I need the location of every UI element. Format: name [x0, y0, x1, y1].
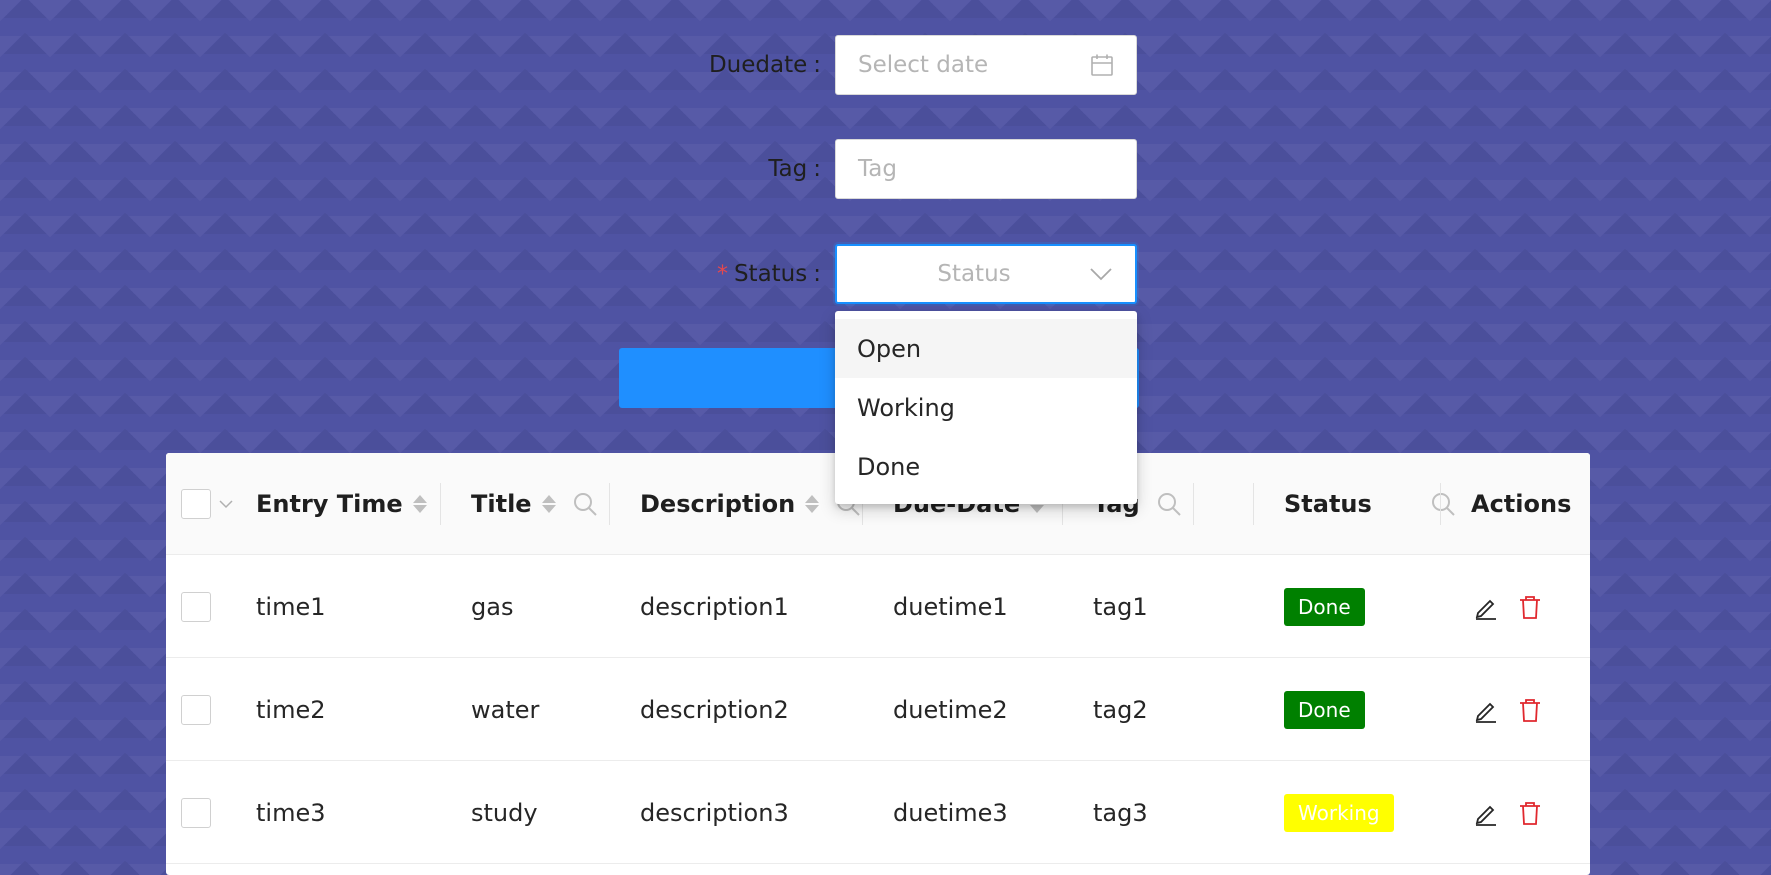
delete-icon[interactable]: [1517, 697, 1543, 723]
cell-due-date: duetime3: [893, 798, 1008, 827]
cell-title: gas: [471, 592, 514, 621]
status-badge: Done: [1284, 587, 1365, 626]
table-row: time1 gas description1 duetime1 tag1 Don…: [166, 555, 1590, 658]
sort-icon[interactable]: [805, 495, 820, 513]
tag-row: Tag: Tag: [0, 139, 1771, 199]
status-dropdown-menu: Open Working Done: [835, 311, 1137, 504]
cell-due-date: duetime2: [893, 695, 1008, 724]
duedate-row: Duedate: Select date: [0, 35, 1771, 95]
todo-table: Entry Time Title Description Due-Date Ta…: [166, 453, 1590, 875]
row-checkbox[interactable]: [181, 797, 211, 828]
cell-description: description3: [640, 798, 789, 827]
row-checkbox[interactable]: [181, 591, 211, 622]
sort-icon[interactable]: [541, 495, 556, 513]
column-title[interactable]: Title: [471, 453, 598, 555]
duedate-picker[interactable]: Select date: [835, 35, 1137, 95]
row-actions: [1473, 761, 1561, 864]
duedate-placeholder: Select date: [858, 52, 989, 78]
status-option-working[interactable]: Working: [835, 378, 1137, 437]
status-badge: Done: [1284, 690, 1365, 729]
row-checkbox[interactable]: [181, 694, 211, 725]
cell-entry-time: time1: [256, 592, 326, 621]
column-description[interactable]: Description: [640, 453, 861, 555]
column-actions: Actions: [1471, 490, 1572, 518]
required-marker: *: [716, 261, 728, 287]
status-placeholder: Status: [937, 261, 1011, 287]
edit-icon[interactable]: [1473, 594, 1499, 620]
status-option-done[interactable]: Done: [835, 437, 1137, 496]
edit-icon[interactable]: [1473, 697, 1499, 723]
cell-due-date: duetime1: [893, 592, 1008, 621]
column-entry-time[interactable]: Entry Time: [256, 453, 427, 555]
edit-icon[interactable]: [1473, 800, 1499, 826]
cell-tag: tag1: [1093, 592, 1148, 621]
table-row: time2 water description2 duetime2 tag2 D…: [166, 658, 1590, 761]
cell-tag: tag2: [1093, 695, 1148, 724]
row-actions: [1473, 658, 1561, 761]
cell-description: description1: [640, 592, 789, 621]
delete-icon[interactable]: [1517, 594, 1543, 620]
status-label: * Status:: [716, 261, 821, 287]
chevron-down-icon: [1089, 262, 1113, 286]
status-badge: Working: [1284, 793, 1394, 832]
selection-dropdown-icon[interactable]: [219, 499, 233, 509]
column-status[interactable]: Status: [1284, 453, 1456, 555]
cell-entry-time: time3: [256, 798, 326, 827]
duedate-label: Duedate:: [708, 52, 821, 78]
select-all-cell: [181, 453, 233, 555]
cell-title: study: [471, 798, 538, 827]
status-select[interactable]: Status: [835, 244, 1137, 304]
table-row: time3 study description3 duetime3 tag3 W…: [166, 761, 1590, 864]
search-icon[interactable]: [1156, 491, 1182, 517]
status-row: * Status: Status: [0, 244, 1771, 304]
delete-icon[interactable]: [1517, 800, 1543, 826]
calendar-icon: [1090, 53, 1114, 77]
search-icon[interactable]: [572, 491, 598, 517]
tag-input[interactable]: Tag: [835, 139, 1137, 199]
cell-title: water: [471, 695, 540, 724]
search-icon[interactable]: [1430, 491, 1456, 517]
sort-icon[interactable]: [412, 495, 427, 513]
tag-placeholder: Tag: [858, 156, 897, 182]
row-actions: [1473, 555, 1561, 658]
select-all-checkbox[interactable]: [181, 489, 211, 519]
cell-entry-time: time2: [256, 695, 326, 724]
status-option-open[interactable]: Open: [835, 319, 1137, 378]
cell-description: description2: [640, 695, 789, 724]
tag-label: Tag:: [768, 156, 821, 182]
cell-tag: tag3: [1093, 798, 1148, 827]
